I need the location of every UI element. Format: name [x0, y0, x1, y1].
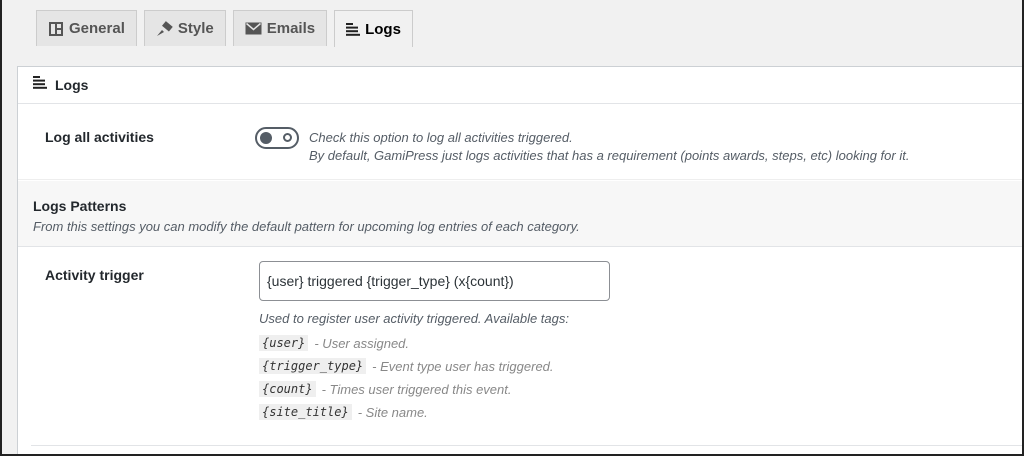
activity-trigger-row: Activity trigger Used to register user a…: [18, 248, 1024, 448]
tag-description: - Event type user has triggered.: [372, 358, 554, 374]
tag-line: {site_title} - Site name.: [259, 404, 428, 420]
divider: [31, 445, 1024, 446]
tag-code: {count}: [259, 381, 316, 397]
logs-patterns-section: Logs Patterns From this settings you can…: [18, 181, 1024, 247]
section-description: From this settings you can modify the de…: [33, 219, 580, 234]
tag-code: {user}: [259, 335, 309, 351]
tab-label: Emails: [266, 20, 316, 37]
section-title: Logs Patterns: [33, 198, 127, 214]
layout-icon: [48, 21, 64, 37]
tab-style[interactable]: Style: [143, 10, 226, 46]
tag-description: - Times user triggered this event.: [321, 381, 512, 397]
list-lines-icon: [346, 22, 361, 36]
logs-settings-panel: Logs Log all activities Check this optio…: [17, 66, 1024, 456]
tag-description: - User assigned.: [314, 335, 410, 351]
tag-code: {site_title}: [259, 404, 352, 420]
log-all-toggle[interactable]: [255, 127, 299, 149]
tab-label: Logs: [365, 20, 401, 38]
tag-line: {count} - Times user triggered this even…: [259, 381, 511, 397]
toggle-off-indicator: [283, 133, 292, 142]
tag-line: {user} - User assigned.: [259, 335, 409, 351]
tab-emails[interactable]: Emails: [232, 10, 328, 46]
tab-logs[interactable]: Logs: [334, 10, 413, 47]
tag-line: {trigger_type} - Event type user has tri…: [259, 358, 554, 374]
settings-tabs: General Style Emails Logs: [36, 10, 420, 47]
toggle-knob: [260, 132, 272, 144]
log-all-activities-row: Log all activities Check this option to …: [18, 105, 1024, 180]
list-lines-icon: [33, 76, 47, 94]
panel-header: Logs: [18, 67, 1024, 104]
activity-trigger-help: Used to register user activity triggered…: [259, 311, 569, 326]
tag-description: - Site name.: [357, 404, 428, 420]
activity-trigger-label: Activity trigger: [45, 267, 144, 283]
log-all-description-2: By default, GamiPress just logs activiti…: [309, 148, 910, 163]
log-all-description-1: Check this option to log all activities …: [309, 130, 573, 145]
panel-title: Logs: [55, 77, 89, 93]
activity-trigger-input[interactable]: [259, 261, 610, 301]
tab-general[interactable]: General: [36, 10, 137, 46]
brush-icon: [156, 20, 173, 37]
tab-label: General: [69, 20, 125, 37]
log-all-label: Log all activities: [45, 129, 154, 145]
envelope-icon: [245, 22, 262, 35]
tab-label: Style: [177, 20, 214, 37]
tag-code: {trigger_type}: [259, 358, 367, 374]
